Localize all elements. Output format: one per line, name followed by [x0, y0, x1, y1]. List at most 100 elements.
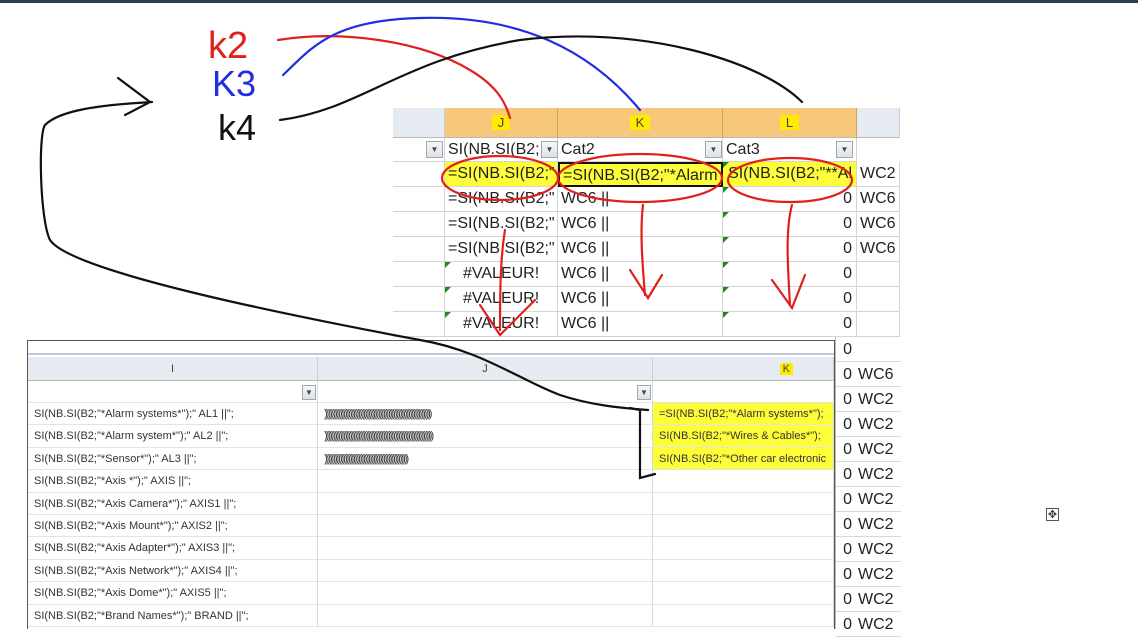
table-cell[interactable]: SI(NB.SI(B2;"*Axis Dome*");" AXIS5 ||";: [28, 582, 318, 605]
column-header-l[interactable]: L: [723, 108, 857, 138]
table-cell[interactable]: =SI(NB.SI(B2;": [445, 187, 558, 212]
table-cell[interactable]: 0: [723, 287, 857, 312]
column-header-m[interactable]: [857, 108, 900, 138]
table-cell[interactable]: SI(NB.SI(B2;"*Axis Mount*");" AXIS2 ||";: [28, 515, 318, 538]
table-cell[interactable]: =SI(NB.SI(B2;": [445, 162, 558, 187]
table-cell[interactable]: [318, 515, 653, 538]
table-cell[interactable]: WC6 ||: [558, 312, 723, 337]
table-cell[interactable]: WC6 ||: [558, 187, 723, 212]
row-header-corner: [393, 108, 445, 138]
filter-dropdown-icon[interactable]: ▼: [637, 385, 651, 400]
table-cell[interactable]: [653, 604, 834, 627]
table-cell[interactable]: 0: [723, 312, 857, 337]
table-cell[interactable]: [653, 559, 834, 583]
table-cell[interactable]: [318, 492, 653, 515]
table-cell[interactable]: [318, 604, 653, 627]
table-cell[interactable]: [318, 470, 653, 493]
row-header-cell: [393, 287, 445, 312]
table-cell[interactable]: SI(NB.SI(B2;"*Axis Network*");" AXIS4 ||…: [28, 559, 318, 583]
filter-dropdown-icon[interactable]: ▼: [705, 141, 722, 158]
table-cell[interactable]: 0: [723, 187, 857, 212]
row-header-cell: [393, 237, 445, 262]
table-cell[interactable]: ))))))))))))))))))))))))))))))))))))))))…: [318, 403, 653, 426]
table-cell[interactable]: [653, 470, 834, 493]
table-cell[interactable]: SI(NB.SI(B2;"**Al: [723, 162, 857, 187]
partial-column-strip: 0 0 WC6 0 WC2 0 WC2 0 WC2 0 WC2 0 WC2 0 WC2 0 WC2 0 WC2 0 WC…: [835, 337, 901, 637]
table-cell[interactable]: [318, 537, 653, 560]
table-cell[interactable]: =SI(NB.SI(B2;"*Alarm systems*");: [653, 403, 834, 426]
table-cell[interactable]: =SI(NB.SI(B2;": [445, 237, 558, 262]
table-cell[interactable]: ))))))))))))))))))))))))))))))))))))))))…: [318, 447, 653, 471]
column-header-j[interactable]: J: [445, 108, 558, 138]
strip-value: 0: [843, 391, 852, 408]
move-handle-icon[interactable]: ✥: [1046, 508, 1059, 521]
table-cell[interactable]: WC6 ||: [558, 212, 723, 237]
table-cell[interactable]: [318, 582, 653, 605]
table-cell[interactable]: [653, 515, 834, 538]
column-letter: J: [491, 115, 511, 130]
filter-dropdown-icon[interactable]: ▼: [302, 385, 316, 400]
column-header-k[interactable]: K: [558, 108, 723, 138]
table-cell[interactable]: #VALEUR!: [445, 312, 558, 337]
row-header-cell: [393, 187, 445, 212]
table-cell[interactable]: [653, 492, 834, 515]
table-cell[interactable]: WC6: [857, 237, 900, 262]
strip-code: WC2: [858, 516, 894, 533]
table-cell[interactable]: [857, 262, 900, 287]
table-cell[interactable]: WC2: [857, 162, 900, 187]
column-header-i[interactable]: I: [28, 357, 318, 381]
filter-dropdown-icon[interactable]: ▼: [426, 141, 443, 158]
table-cell[interactable]: 0: [723, 212, 857, 237]
table-cell[interactable]: SI(NB.SI(B2;"*Brand Names*");" BRAND ||"…: [28, 604, 318, 627]
table-cell[interactable]: SI(NB.SI(B2;"*Sensor*");" AL3 ||";: [28, 447, 318, 471]
table-cell[interactable]: SI(NB.SI(B2;"*Other car electronic: [653, 447, 834, 471]
filter-dropdown-icon[interactable]: ▼: [541, 141, 558, 158]
strip-value: 0: [843, 566, 852, 583]
table-cell[interactable]: 0: [723, 237, 857, 262]
table-cell[interactable]: WC6 ||: [558, 262, 723, 287]
table-cell[interactable]: WC6 ||: [558, 287, 723, 312]
strip-row: 0 WC2: [836, 612, 901, 637]
table-cell[interactable]: SI(NB.SI(B2;"*Axis Adapter*");" AXIS3 ||…: [28, 537, 318, 560]
top-spreadsheet: J K L ▼ SI(NB.SI(B2; ▼ Cat2 ▼ Cat3 ▼ =SI…: [393, 108, 900, 345]
column-letter: J: [482, 363, 488, 375]
filter-dropdown-icon[interactable]: ▼: [836, 141, 853, 158]
strip-value: 0: [843, 491, 852, 508]
table-cell[interactable]: =SI(NB.SI(B2;": [445, 212, 558, 237]
strip-row: 0: [836, 337, 901, 362]
table-cell[interactable]: #VALEUR!: [445, 262, 558, 287]
column-header-k[interactable]: K: [653, 357, 834, 381]
table-cell[interactable]: [857, 312, 900, 337]
strip-value: 0: [843, 466, 852, 483]
strip-value: 0: [843, 441, 852, 458]
table-cell[interactable]: [318, 559, 653, 583]
strip-row: 0 WC2: [836, 537, 901, 562]
table-cell[interactable]: =SI(NB.SI(B2;"*Alarm: [558, 162, 723, 187]
table-cell[interactable]: SI(NB.SI(B2;"*Axis *");" AXIS ||";: [28, 470, 318, 493]
table-cell[interactable]: WC6 ||: [558, 237, 723, 262]
strip-value: 0: [843, 591, 852, 608]
table-cell[interactable]: ))))))))))))))))))))))))))))))))))))))))…: [318, 425, 653, 448]
strip-value: 0: [843, 541, 852, 558]
strip-row: 0 WC2: [836, 562, 901, 587]
table-cell[interactable]: SI(NB.SI(B2;"*Alarm systems*");" AL1 ||"…: [28, 403, 318, 426]
filter-cell-k: Cat2: [558, 138, 723, 162]
strip-row: 0 WC2: [836, 587, 901, 612]
label-k2: k2: [208, 25, 248, 67]
table-cell[interactable]: SI(NB.SI(B2;"*Alarm system*");" AL2 ||";: [28, 425, 318, 448]
table-cell[interactable]: #VALEUR!: [445, 287, 558, 312]
table-cell[interactable]: WC6: [857, 187, 900, 212]
column-letter: L: [779, 115, 800, 130]
column-letter: I: [170, 363, 175, 375]
table-cell[interactable]: WC6: [857, 212, 900, 237]
strip-code: WC2: [858, 391, 894, 408]
table-cell[interactable]: [653, 582, 834, 605]
label-k4: k4: [218, 107, 256, 148]
table-cell[interactable]: [857, 287, 900, 312]
column-header-j[interactable]: J: [318, 357, 653, 381]
table-cell[interactable]: 0: [723, 262, 857, 287]
table-cell[interactable]: SI(NB.SI(B2;"*Axis Camera*");" AXIS1 ||"…: [28, 492, 318, 515]
strip-row: 0 WC6: [836, 362, 901, 387]
table-cell[interactable]: SI(NB.SI(B2;"*Wires & Cables*");: [653, 425, 834, 448]
table-cell[interactable]: [653, 537, 834, 560]
